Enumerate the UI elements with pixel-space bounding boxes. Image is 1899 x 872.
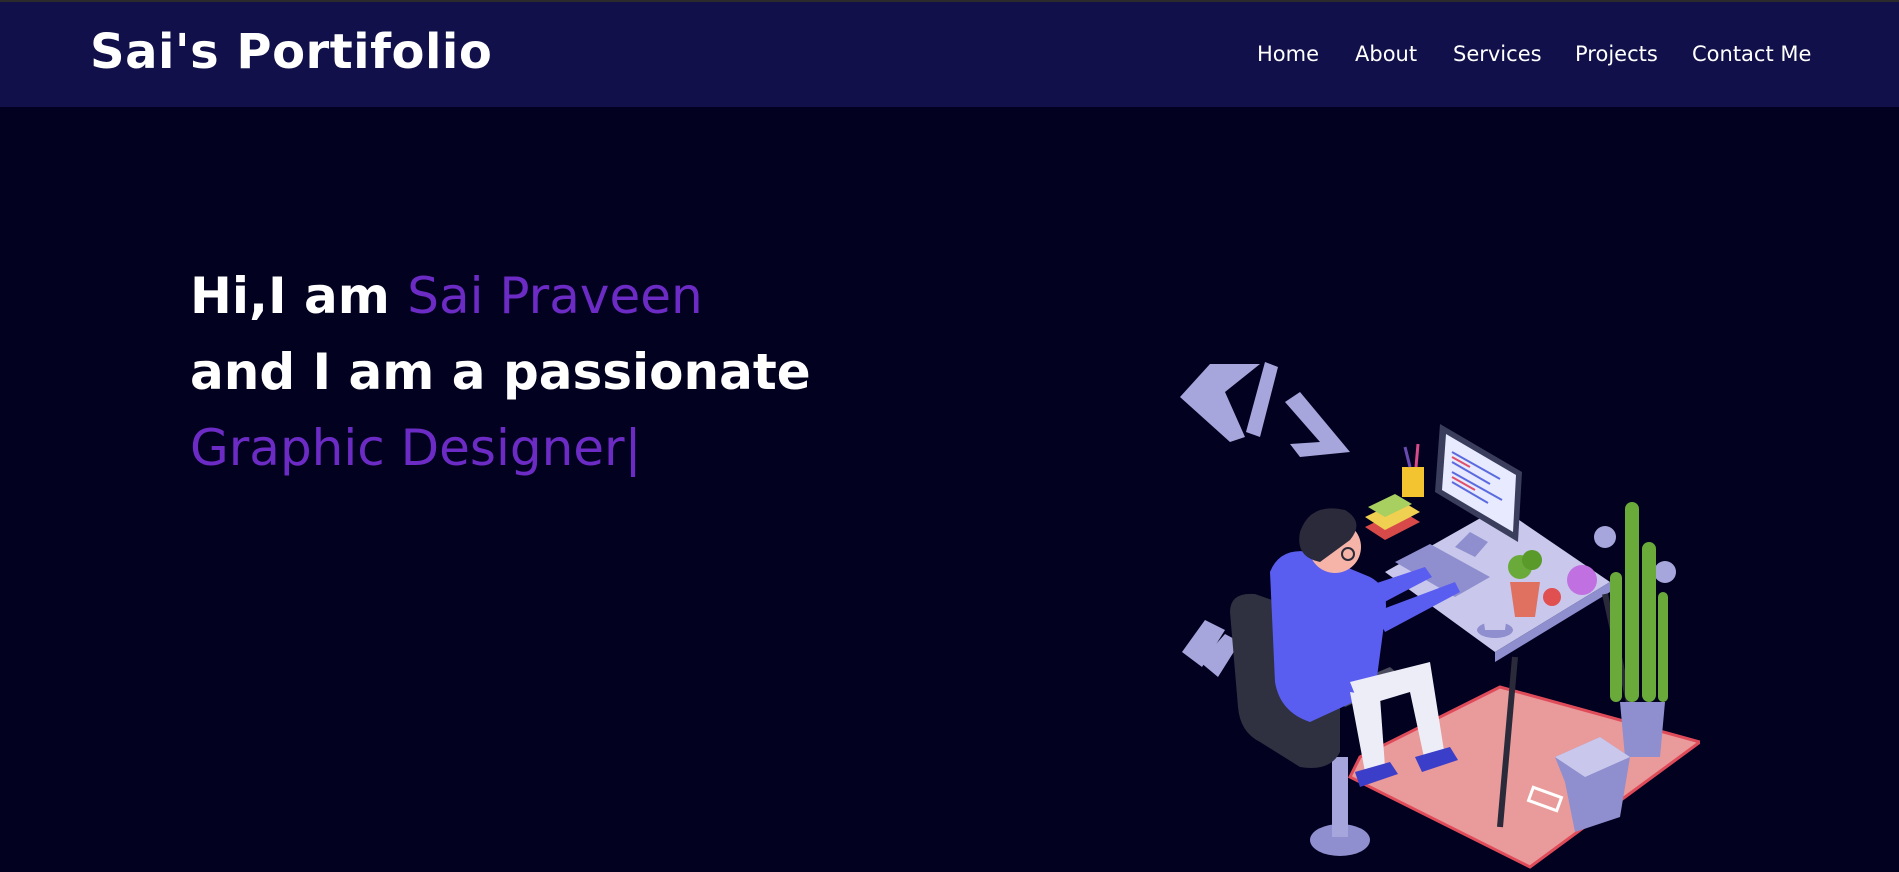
- code-tag-icon: [1180, 362, 1350, 457]
- hero-subtitle-line: and I am a passionate: [190, 343, 811, 401]
- hero-greeting-line: Hi,I am Sai Praveen: [190, 267, 703, 325]
- nav-links: Home About Services Projects Contact Me: [0, 42, 1899, 72]
- typed-role-text: Graphic Designer: [190, 419, 625, 477]
- nav-link-about[interactable]: About: [1355, 42, 1417, 66]
- nav-link-home[interactable]: Home: [1257, 42, 1319, 66]
- greeting-text: Hi,I am: [190, 267, 408, 325]
- nav-link-projects[interactable]: Projects: [1575, 42, 1658, 66]
- typing-cursor: |: [624, 419, 642, 477]
- hero-section: Hi,I am Sai Praveen and I am a passionat…: [0, 107, 1899, 869]
- hero-name: Sai Praveen: [407, 267, 703, 325]
- hero-role-line: Graphic Designer|: [190, 419, 641, 477]
- nav-link-services[interactable]: Services: [1453, 42, 1542, 66]
- navbar: Sai's Portifolio Home About Services Pro…: [0, 2, 1899, 107]
- nav-link-contact-me[interactable]: Contact Me: [1692, 42, 1811, 66]
- developer-at-desk-illustration: [1180, 362, 1700, 869]
